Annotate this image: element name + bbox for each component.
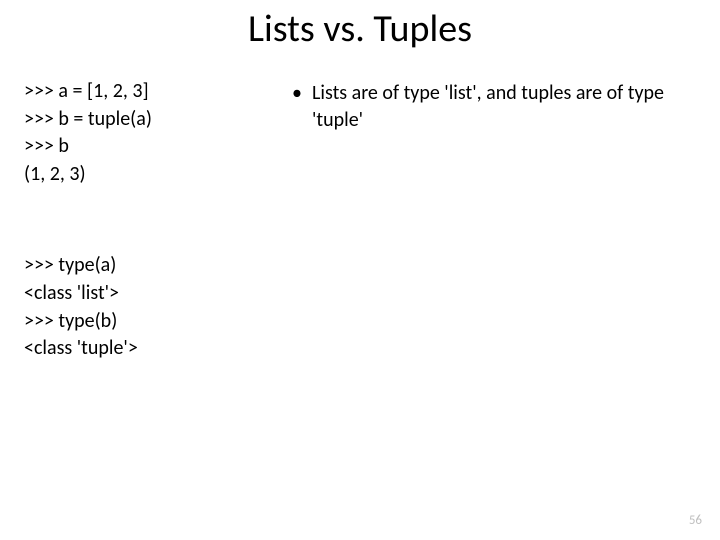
code-line: <class 'list'> — [24, 280, 254, 308]
bullet-text: Lists are of type 'list', and tuples are… — [312, 80, 696, 134]
code-line: >>> type(b) — [24, 308, 254, 336]
code-line: >>> b = tuple(a) — [24, 106, 254, 134]
code-line: <class 'tuple'> — [24, 335, 254, 363]
bullet-item: • Lists are of type 'list', and tuples a… — [288, 80, 696, 134]
bullets-column: • Lists are of type 'list', and tuples a… — [254, 78, 696, 363]
content-row: >>> a = [1, 2, 3] >>> b = tuple(a) >>> b… — [0, 62, 720, 363]
code-block-2: >>> type(a) <class 'list'> >>> type(b) <… — [24, 252, 254, 362]
code-line: >>> a = [1, 2, 3] — [24, 78, 254, 106]
code-column: >>> a = [1, 2, 3] >>> b = tuple(a) >>> b… — [24, 78, 254, 363]
code-line: >>> type(a) — [24, 252, 254, 280]
slide-title: Lists vs. Tuples — [0, 0, 720, 62]
code-line: >>> b — [24, 133, 254, 161]
bullet-dot-icon: • — [288, 80, 312, 134]
page-number: 56 — [689, 513, 702, 528]
code-block-1: >>> a = [1, 2, 3] >>> b = tuple(a) >>> b… — [24, 78, 254, 188]
code-line: (1, 2, 3) — [24, 161, 254, 189]
